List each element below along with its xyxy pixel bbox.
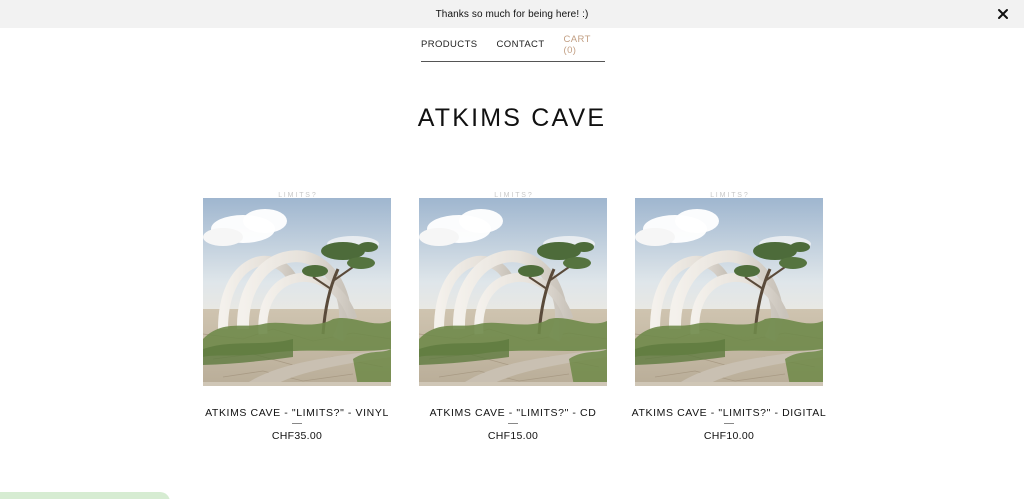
album-art-text: L I M I T S ? bbox=[278, 192, 316, 199]
close-icon[interactable] bbox=[996, 7, 1010, 21]
product-price: CHF10.00 bbox=[703, 430, 755, 442]
site-title: ATKIMS CAVE bbox=[417, 104, 607, 132]
nav-item-products[interactable]: PRODUCTS bbox=[421, 39, 478, 50]
product-name[interactable]: ATKIMS CAVE - "LIMITS?" - VINYL bbox=[173, 407, 421, 419]
product-price: CHF15.00 bbox=[487, 430, 539, 442]
main-nav: PRODUCTS CONTACT CART (0) bbox=[421, 28, 605, 62]
product-name[interactable]: ATKIMS CAVE - "LIMITS?" - DIGITAL bbox=[605, 407, 853, 419]
announcement-text: Thanks so much for being here! :) bbox=[435, 8, 589, 20]
divider bbox=[292, 423, 302, 424]
divider bbox=[724, 423, 734, 424]
product-price: CHF35.00 bbox=[271, 430, 323, 442]
announcement-bar: Thanks so much for being here! :) bbox=[0, 0, 1024, 28]
divider bbox=[508, 423, 518, 424]
product-image[interactable]: L I M I T S ? bbox=[635, 189, 823, 390]
nav-item-contact[interactable]: CONTACT bbox=[497, 39, 545, 50]
chat-widget-pill[interactable] bbox=[0, 492, 170, 499]
product-image[interactable]: L I M I T S ? bbox=[419, 189, 607, 390]
nav-item-cart[interactable]: CART (0) bbox=[564, 34, 605, 56]
album-art-text: L I M I T S ? bbox=[494, 192, 532, 199]
album-art-text: L I M I T S ? bbox=[710, 192, 748, 199]
product-name[interactable]: ATKIMS CAVE - "LIMITS?" - CD bbox=[389, 407, 637, 419]
product-image[interactable]: L I M I T S ? bbox=[203, 189, 391, 390]
